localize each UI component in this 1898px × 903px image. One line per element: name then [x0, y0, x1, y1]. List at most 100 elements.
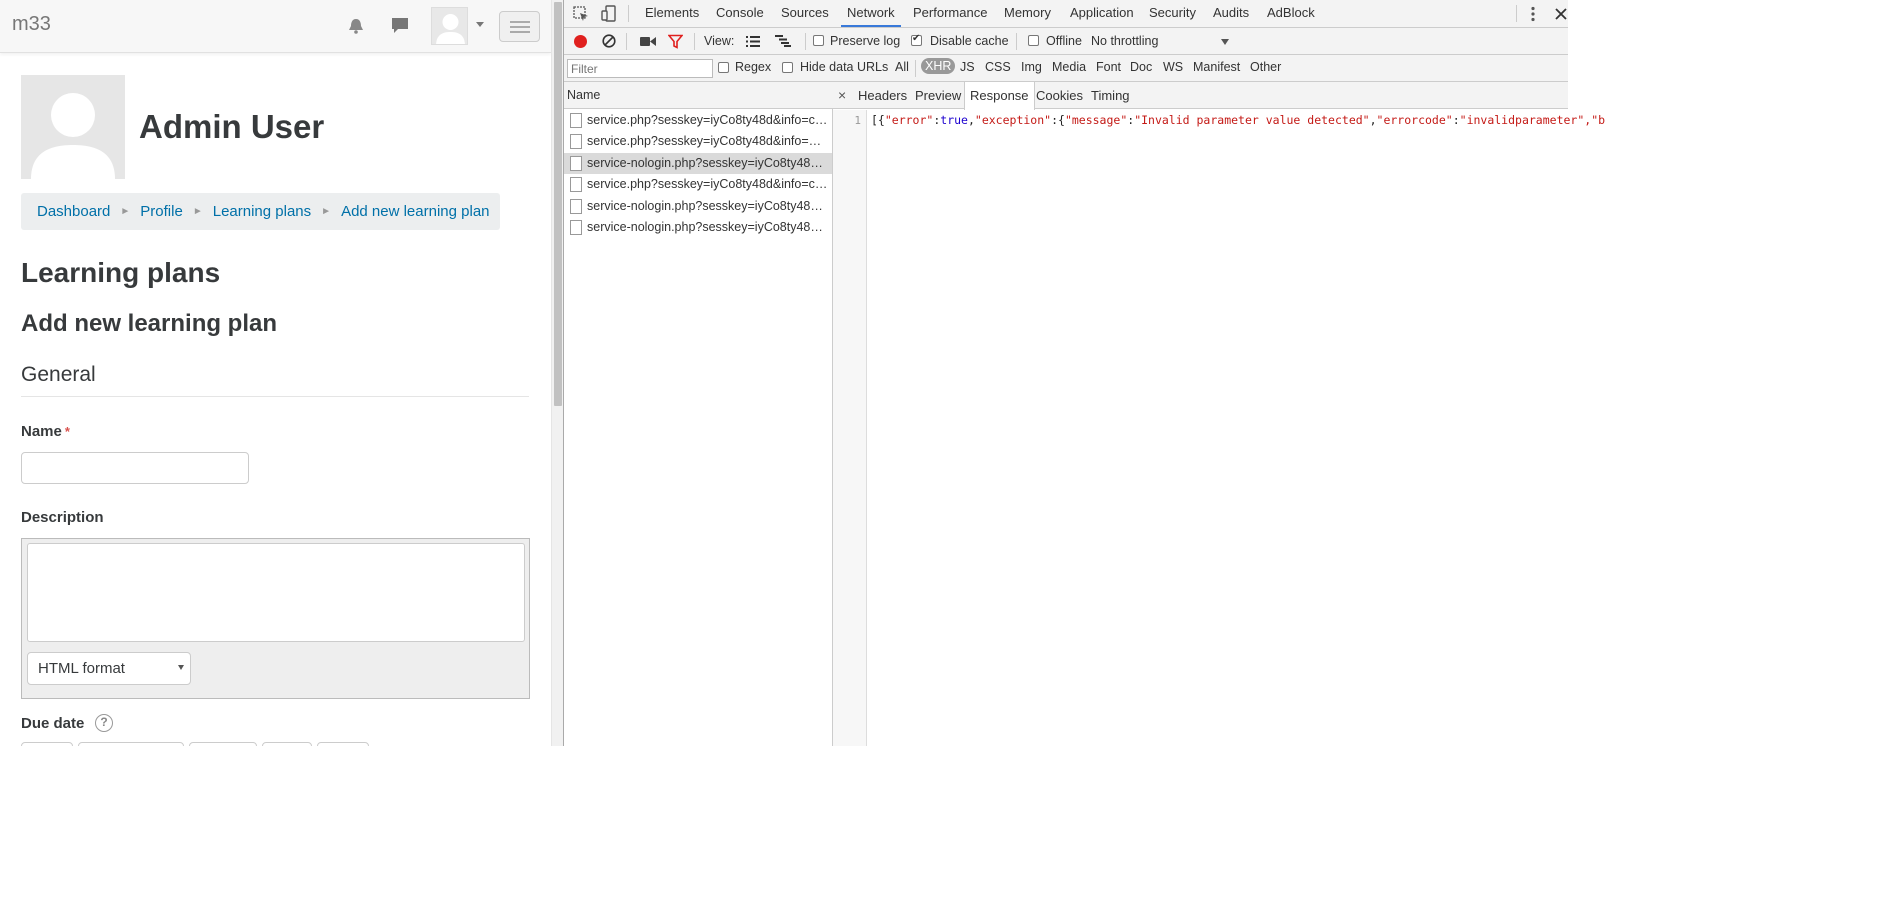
- response-body[interactable]: [{"error":true,"exception":{"message":"I…: [871, 113, 1605, 127]
- waterfall-icon[interactable]: [775, 35, 791, 47]
- section-general-legend[interactable]: General: [21, 363, 96, 387]
- filter-type-manifest[interactable]: Manifest: [1193, 60, 1240, 74]
- filter-type-xhr[interactable]: XHR: [921, 58, 956, 74]
- description-textarea[interactable]: [27, 543, 525, 642]
- regex-checkbox[interactable]: [718, 62, 729, 73]
- toolbar-separator: [628, 5, 629, 22]
- chat-icon[interactable]: [391, 17, 409, 35]
- close-devtools-icon[interactable]: [1554, 7, 1568, 21]
- hide-data-urls-checkbox[interactable]: [782, 62, 793, 73]
- scrollbar-thumb[interactable]: [554, 2, 562, 406]
- request-row-selected[interactable]: service-nologin.php?sesskey=iyCo8ty48d…: [564, 153, 832, 174]
- filter-type-css[interactable]: CSS: [985, 60, 1011, 74]
- device-toolbar-icon[interactable]: [601, 5, 617, 23]
- json-value: "Invalid parameter value detected": [1134, 113, 1370, 127]
- json-key: "message": [1064, 113, 1128, 127]
- name-input[interactable]: [21, 452, 249, 484]
- detail-tab-headers[interactable]: Headers: [858, 88, 907, 103]
- filter-input[interactable]: [567, 59, 713, 78]
- throttling-select[interactable]: No throttling: [1091, 34, 1158, 48]
- tab-adblock[interactable]: AdBlock: [1267, 0, 1315, 27]
- preserve-log-checkbox[interactable]: [813, 35, 824, 46]
- request-row[interactable]: service-nologin.php?sesskey=iyCo8ty48d…: [564, 217, 832, 238]
- disable-cache-label[interactable]: Disable cache: [930, 34, 1009, 48]
- line-number: 1: [854, 114, 861, 127]
- json-key: "errorcode": [1376, 113, 1453, 127]
- due-month-select[interactable]: [78, 742, 184, 746]
- request-row[interactable]: service.php?sesskey=iyCo8ty48d&info=c…: [564, 174, 832, 195]
- section-divider: [21, 396, 529, 397]
- request-name: service.php?sesskey=iyCo8ty48d&info=m…: [587, 134, 829, 148]
- large-rows-icon[interactable]: [746, 36, 760, 47]
- due-hour-select[interactable]: [262, 742, 312, 746]
- bell-icon[interactable]: [347, 17, 365, 35]
- due-day-select[interactable]: [21, 742, 73, 746]
- tab-memory[interactable]: Memory: [1004, 0, 1051, 27]
- filter-type-all[interactable]: All: [895, 60, 909, 74]
- detail-tab-preview[interactable]: Preview: [915, 88, 961, 103]
- user-menu-caret-icon[interactable]: [476, 22, 484, 27]
- tab-application[interactable]: Application: [1070, 0, 1134, 27]
- json-punct: ,: [1369, 113, 1377, 127]
- disable-cache-checkbox[interactable]: [911, 33, 922, 46]
- preserve-log-label[interactable]: Preserve log: [830, 34, 900, 48]
- chevron-down-icon[interactable]: [1221, 39, 1229, 45]
- hamburger-icon[interactable]: [499, 11, 540, 42]
- json-token: [{: [871, 113, 885, 127]
- breadcrumb-learning-plans[interactable]: Learning plans: [213, 203, 311, 220]
- offline-checkbox[interactable]: [1028, 35, 1039, 46]
- tab-console[interactable]: Console: [716, 0, 764, 27]
- requests-list: Name service.php?sesskey=iyCo8ty48d&info…: [564, 82, 833, 746]
- request-row[interactable]: service.php?sesskey=iyCo8ty48d&info=c…: [564, 110, 832, 131]
- user-avatar-icon[interactable]: [431, 7, 468, 45]
- document-icon: [570, 134, 582, 149]
- required-icon: *: [64, 424, 70, 439]
- line-number-gutter: 1: [833, 110, 867, 746]
- help-icon[interactable]: ?: [95, 714, 113, 732]
- filter-type-media[interactable]: Media: [1052, 60, 1086, 74]
- site-brand[interactable]: m33: [12, 13, 51, 36]
- tab-audits[interactable]: Audits: [1213, 0, 1249, 27]
- breadcrumb-profile[interactable]: Profile: [140, 203, 183, 220]
- detail-tab-timing[interactable]: Timing: [1091, 88, 1130, 103]
- close-icon[interactable]: ×: [838, 87, 846, 103]
- tab-network[interactable]: Network: [841, 0, 901, 27]
- name-column-header[interactable]: Name: [564, 82, 833, 109]
- name-label-text: Name: [21, 423, 62, 440]
- regex-label[interactable]: Regex: [735, 60, 771, 74]
- json-punct: :{: [1051, 113, 1065, 127]
- filter-type-img[interactable]: Img: [1021, 60, 1042, 74]
- hide-data-urls-label[interactable]: Hide data URLs: [800, 60, 888, 74]
- more-options-icon[interactable]: [1530, 6, 1536, 22]
- document-icon: [570, 177, 582, 192]
- breadcrumb-add-new-learning-plan[interactable]: Add new learning plan: [341, 203, 489, 220]
- request-row[interactable]: service-nologin.php?sesskey=iyCo8ty48d…: [564, 196, 832, 217]
- tab-sources[interactable]: Sources: [781, 0, 829, 27]
- due-year-select[interactable]: [189, 742, 257, 746]
- tab-performance[interactable]: Performance: [913, 0, 987, 27]
- filter-icon[interactable]: [668, 34, 683, 49]
- breadcrumb-dashboard[interactable]: Dashboard: [37, 203, 110, 220]
- filter-type-ws[interactable]: WS: [1163, 60, 1183, 74]
- page-scrollbar[interactable]: [551, 0, 563, 746]
- filter-type-doc[interactable]: Doc: [1130, 60, 1152, 74]
- inspect-element-icon[interactable]: [573, 6, 589, 22]
- detail-tab-response[interactable]: Response: [964, 82, 1035, 110]
- detail-tab-cookies[interactable]: Cookies: [1036, 88, 1083, 103]
- offline-label[interactable]: Offline: [1046, 34, 1082, 48]
- capture-screenshots-icon[interactable]: [640, 36, 656, 47]
- filter-type-js[interactable]: JS: [960, 60, 975, 74]
- toolbar-separator: [694, 33, 695, 50]
- format-select[interactable]: HTML format: [27, 652, 191, 685]
- request-row[interactable]: service.php?sesskey=iyCo8ty48d&info=m…: [564, 131, 832, 152]
- toolbar-separator: [805, 33, 806, 50]
- breadcrumb-separator: ►: [192, 206, 203, 217]
- tab-security[interactable]: Security: [1149, 0, 1196, 27]
- filter-type-font[interactable]: Font: [1096, 60, 1121, 74]
- due-minute-select[interactable]: [317, 742, 369, 746]
- filter-type-other[interactable]: Other: [1250, 60, 1281, 74]
- clear-icon[interactable]: [602, 34, 616, 48]
- tab-elements[interactable]: Elements: [645, 0, 699, 27]
- json-key: "exception": [974, 113, 1052, 127]
- record-icon[interactable]: [574, 35, 587, 48]
